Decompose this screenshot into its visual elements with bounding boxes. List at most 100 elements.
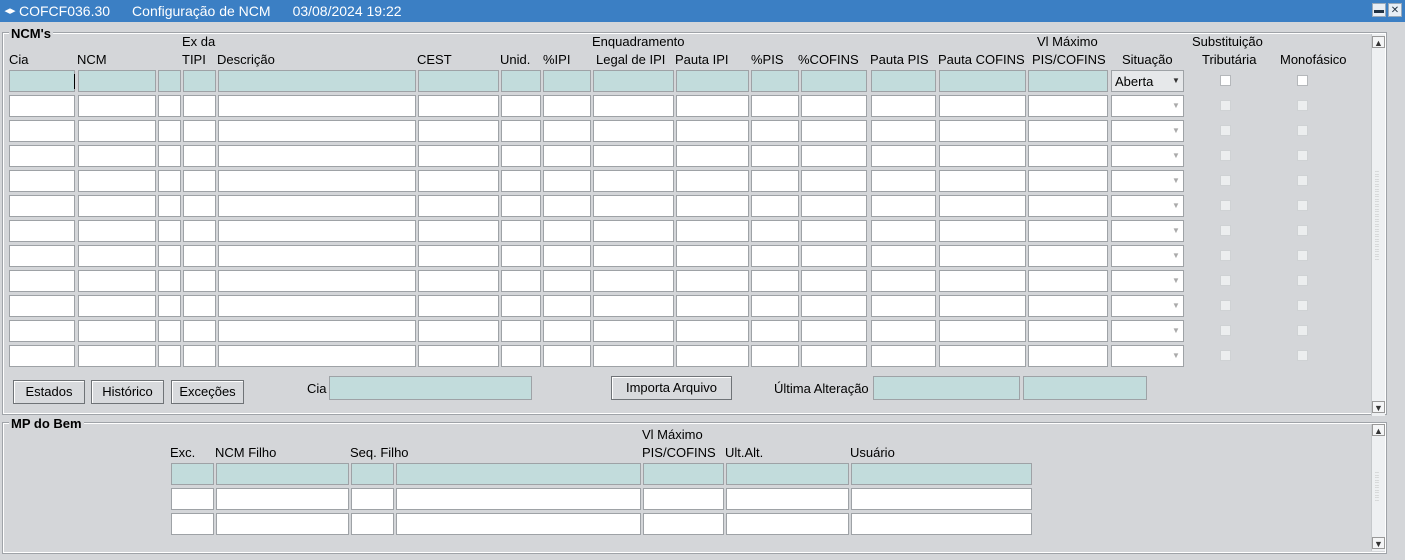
substituicao-tributaria-checkbox[interactable]: [1220, 325, 1231, 336]
substituicao-tributaria-checkbox[interactable]: [1220, 225, 1231, 236]
monofasico-checkbox[interactable]: [1297, 325, 1308, 336]
ncm-cell-ex-tipi[interactable]: [158, 245, 181, 267]
scroll-up-icon[interactable]: ▲: [1372, 36, 1385, 48]
ncm-cell-cest[interactable]: [418, 195, 499, 217]
mp-cell-exc[interactable]: [171, 513, 214, 535]
ncm-cell-pauta-pis[interactable]: [871, 145, 936, 167]
ncm-cell-ex-tipi[interactable]: [158, 270, 181, 292]
ncm-cell-unid[interactable]: [501, 170, 541, 192]
ncm-cell-pct-cofins[interactable]: [801, 345, 867, 367]
ncm-cell-legal-ipi[interactable]: [593, 195, 674, 217]
ncm-cell-pct-cofins[interactable]: [801, 270, 867, 292]
situacao-select[interactable]: ▼: [1111, 245, 1184, 267]
ncm-cell-pauta-cofins[interactable]: [939, 270, 1026, 292]
chevron-down-icon[interactable]: ▼: [1169, 296, 1183, 316]
ultima-alteracao-date-field[interactable]: [873, 376, 1020, 400]
ncm-cell-cest[interactable]: [418, 120, 499, 142]
ncm-cell-pct-ipi[interactable]: [543, 70, 591, 92]
ncm-cell-pauta-ipi[interactable]: [676, 270, 749, 292]
ncm-cell-cest[interactable]: [418, 145, 499, 167]
ncm-cell-ncm[interactable]: [78, 320, 156, 342]
scroll-up-icon[interactable]: ▲: [1372, 424, 1385, 436]
ncm-cell-pauta-pis[interactable]: [871, 70, 936, 92]
ultima-alteracao-user-field[interactable]: [1023, 376, 1147, 400]
ncm-cell-ncm[interactable]: [78, 245, 156, 267]
substituicao-tributaria-checkbox[interactable]: [1220, 200, 1231, 211]
ncm-cell-vl-maximo[interactable]: [1028, 270, 1108, 292]
mp-cell-ult-alt[interactable]: [726, 513, 849, 535]
substituicao-tributaria-checkbox[interactable]: [1220, 300, 1231, 311]
ncm-cell-descricao[interactable]: [218, 145, 416, 167]
situacao-select[interactable]: ▼: [1111, 170, 1184, 192]
chevron-down-icon[interactable]: ▼: [1169, 121, 1183, 141]
ncm-cell-pauta-ipi[interactable]: [676, 145, 749, 167]
ncm-cell-pauta-pis[interactable]: [871, 170, 936, 192]
scroll-down-icon[interactable]: ▼: [1372, 537, 1385, 549]
ncm-cell-vl-maximo[interactable]: [1028, 320, 1108, 342]
ncm-cell-tipi[interactable]: [183, 270, 216, 292]
ncm-cell-vl-maximo[interactable]: [1028, 145, 1108, 167]
mp-cell-ult-alt[interactable]: [726, 488, 849, 510]
ncm-cell-cia[interactable]: [9, 345, 75, 367]
ncm-cell-ex-tipi[interactable]: [158, 295, 181, 317]
ncm-cell-legal-ipi[interactable]: [593, 295, 674, 317]
ncm-cell-pct-pis[interactable]: [751, 195, 799, 217]
ncm-cell-cia[interactable]: [9, 220, 75, 242]
chevron-down-icon[interactable]: ▼: [1169, 346, 1183, 366]
ncm-cell-cest[interactable]: [418, 70, 499, 92]
ncm-cell-vl-maximo[interactable]: [1028, 170, 1108, 192]
ncm-cell-unid[interactable]: [501, 70, 541, 92]
mp-cell-descricao[interactable]: [396, 463, 641, 485]
monofasico-checkbox[interactable]: [1297, 250, 1308, 261]
situacao-select[interactable]: ▼: [1111, 120, 1184, 142]
scroll-grip-icon[interactable]: ::::::::::::: [1375, 471, 1382, 503]
ncm-cell-legal-ipi[interactable]: [593, 95, 674, 117]
ncm-cell-pauta-cofins[interactable]: [939, 345, 1026, 367]
ncm-cell-unid[interactable]: [501, 145, 541, 167]
chevron-down-icon[interactable]: ▼: [1169, 196, 1183, 216]
ncm-cell-pct-pis[interactable]: [751, 120, 799, 142]
ncm-cell-tipi[interactable]: [183, 245, 216, 267]
mp-cell-ult-alt[interactable]: [726, 463, 849, 485]
substituicao-tributaria-checkbox[interactable]: [1220, 250, 1231, 261]
ncm-cell-pct-pis[interactable]: [751, 245, 799, 267]
ncm-cell-descricao[interactable]: [218, 345, 416, 367]
ncm-cell-ex-tipi[interactable]: [158, 220, 181, 242]
ncm-cell-pct-cofins[interactable]: [801, 95, 867, 117]
mp-cell-exc[interactable]: [171, 463, 214, 485]
ncm-cell-tipi[interactable]: [183, 295, 216, 317]
ncm-cell-pct-ipi[interactable]: [543, 120, 591, 142]
situacao-select[interactable]: ▼: [1111, 195, 1184, 217]
ncm-cell-descricao[interactable]: [218, 195, 416, 217]
ncm-cell-pct-pis[interactable]: [751, 320, 799, 342]
ncm-cell-tipi[interactable]: [183, 145, 216, 167]
mp-cell-ncm-filho[interactable]: [216, 513, 349, 535]
mp-cell-ncm-filho[interactable]: [216, 488, 349, 510]
ncm-cell-descricao[interactable]: [218, 220, 416, 242]
ncm-cell-descricao[interactable]: [218, 120, 416, 142]
ncm-cell-legal-ipi[interactable]: [593, 345, 674, 367]
monofasico-checkbox[interactable]: [1297, 75, 1308, 86]
situacao-select[interactable]: Aberta ▼: [1111, 70, 1184, 92]
substituicao-tributaria-checkbox[interactable]: [1220, 275, 1231, 286]
ncm-cell-pct-cofins[interactable]: [801, 245, 867, 267]
ncm-cell-unid[interactable]: [501, 195, 541, 217]
historico-button[interactable]: Histórico: [91, 380, 164, 404]
ncm-cell-pauta-pis[interactable]: [871, 270, 936, 292]
ncm-cell-pauta-cofins[interactable]: [939, 145, 1026, 167]
ncm-cell-descricao[interactable]: [218, 95, 416, 117]
chevron-down-icon[interactable]: ▼: [1169, 71, 1183, 91]
mp-cell-seq-filho[interactable]: [351, 488, 394, 510]
substituicao-tributaria-checkbox[interactable]: [1220, 100, 1231, 111]
ncm-cell-pauta-ipi[interactable]: [676, 170, 749, 192]
ncm-cell-cia[interactable]: [9, 95, 75, 117]
ncm-cell-pauta-pis[interactable]: [871, 320, 936, 342]
ncm-cell-vl-maximo[interactable]: [1028, 220, 1108, 242]
ncm-cell-pauta-ipi[interactable]: [676, 95, 749, 117]
ncm-cell-cia[interactable]: [9, 195, 75, 217]
ncm-cell-pct-cofins[interactable]: [801, 295, 867, 317]
ncm-cell-pauta-cofins[interactable]: [939, 95, 1026, 117]
situacao-select[interactable]: ▼: [1111, 145, 1184, 167]
ncm-cell-cia[interactable]: [9, 320, 75, 342]
ncm-cell-tipi[interactable]: [183, 345, 216, 367]
